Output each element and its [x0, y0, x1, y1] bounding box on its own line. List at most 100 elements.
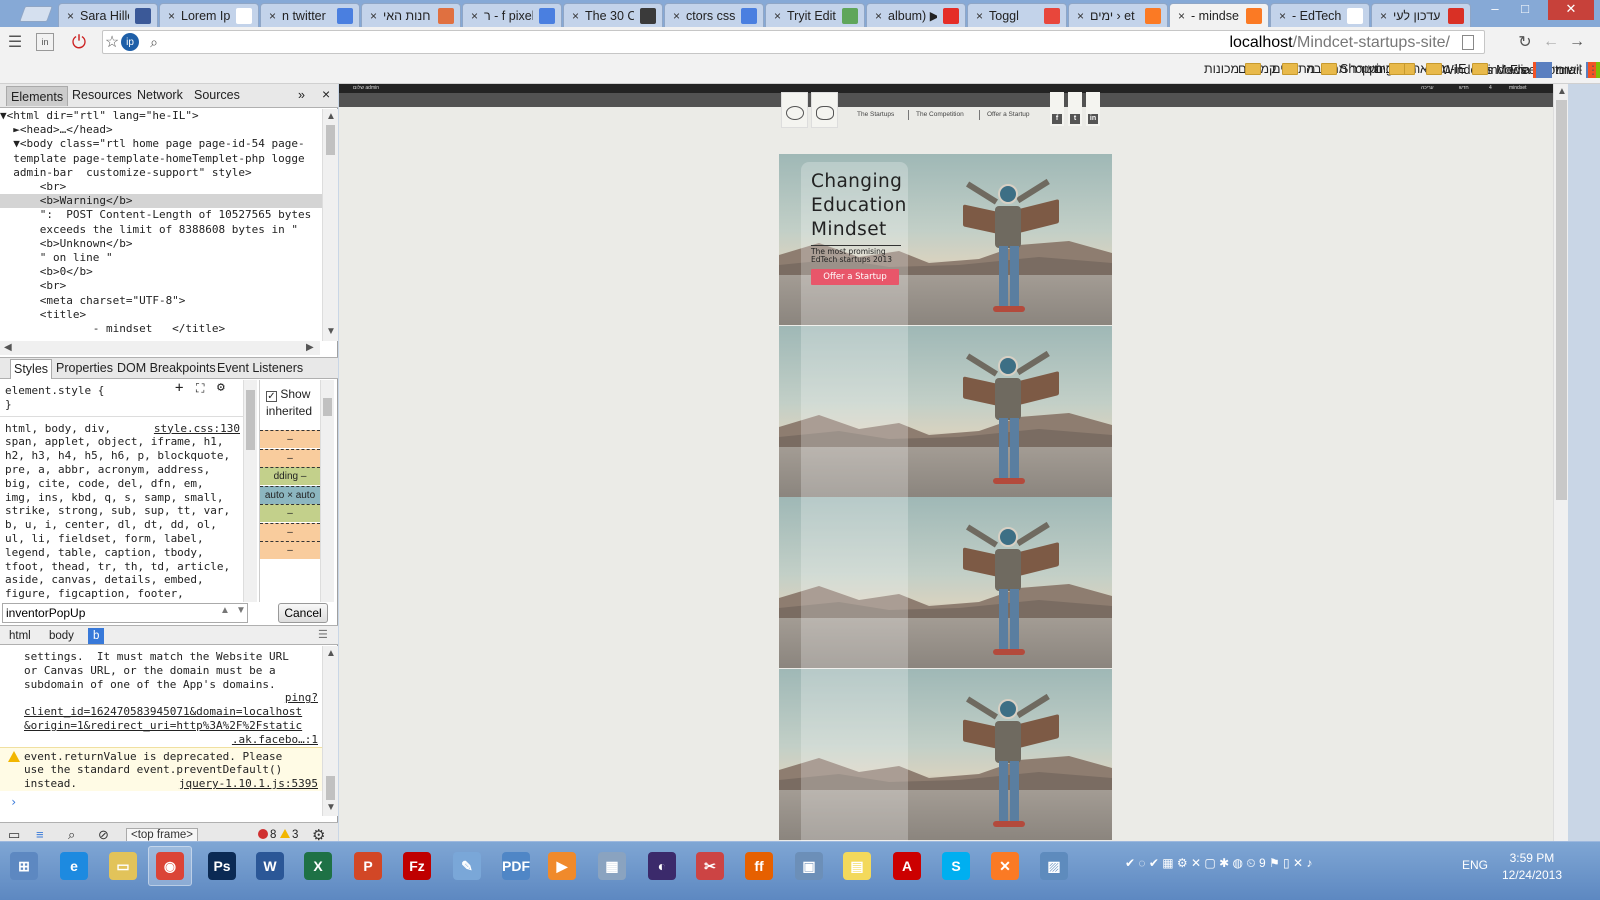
browser-tab[interactable]: × - mindse: [1169, 3, 1269, 28]
add-rule-icon[interactable]: +: [175, 381, 183, 396]
close-tab-icon[interactable]: ×: [168, 9, 175, 23]
warning-count[interactable]: 3: [280, 829, 298, 841]
scroll-down-icon[interactable]: ▼: [326, 326, 336, 337]
settings-gear-icon[interactable]: ⚙: [217, 381, 225, 395]
back-icon[interactable]: →: [1566, 31, 1588, 53]
dom-node[interactable]: <b>Warning</b>: [0, 194, 330, 209]
close-tab-icon[interactable]: ×: [673, 9, 680, 23]
taskbar-app[interactable]: ◐: [640, 846, 684, 886]
browser-tab[interactable]: × ר - f pixel: [462, 3, 562, 27]
close-window-button[interactable]: ✕: [1548, 0, 1594, 20]
dom-node[interactable]: <meta charset="UTF-8">: [0, 294, 330, 308]
tray-icons[interactable]: ✔ ◌ ✔ ▦ ⚙ ✕ ▢ ✱ ◍ ⏲ 9 ⚑ ▯ ✕ ♪: [1125, 856, 1312, 871]
nav-the-competition[interactable]: The Competition: [916, 111, 964, 118]
box-model-row[interactable]: dding –: [260, 467, 320, 485]
forward-icon[interactable]: ←: [1540, 31, 1562, 53]
browser-tab[interactable]: × ימים › et: [1068, 3, 1168, 27]
partner-logo[interactable]: [811, 92, 838, 128]
browser-tab[interactable]: × ctors css: [664, 3, 764, 27]
social-linkedin[interactable]: in: [1086, 92, 1100, 126]
scroll-up-icon[interactable]: ▲: [326, 648, 336, 659]
close-tab-icon[interactable]: ×: [976, 9, 983, 23]
reload-icon[interactable]: ↻: [1514, 31, 1536, 53]
close-tab-icon[interactable]: ×: [1077, 9, 1084, 23]
scroll-right-icon[interactable]: ▶: [306, 342, 314, 353]
bookmark-item[interactable]: מכונות: [1204, 62, 1262, 76]
box-model-row[interactable]: –: [260, 504, 320, 522]
browser-tab[interactable]: × album) ▶: [866, 3, 966, 27]
dom-scroll-thumb[interactable]: [326, 125, 335, 155]
close-devtools-icon[interactable]: ×: [322, 86, 330, 102]
taskbar-app[interactable]: ▤: [835, 846, 879, 886]
dom-node[interactable]: ": POST Content-Length of 10527565 bytes: [0, 208, 330, 222]
close-tab-icon[interactable]: ×: [370, 9, 377, 23]
metrics-scroll-thumb[interactable]: [323, 398, 332, 416]
dom-node[interactable]: - mindset </title>: [0, 322, 330, 336]
checkbox-icon[interactable]: ✓: [266, 391, 277, 402]
browser-tab[interactable]: × Lorem Ip: [159, 3, 259, 27]
close-tab-icon[interactable]: ×: [875, 9, 882, 23]
element-style-rule[interactable]: element.style {: [0, 384, 246, 398]
console-link[interactable]: ping?: [0, 691, 322, 705]
taskbar-app[interactable]: X: [296, 846, 340, 886]
error-count[interactable]: 8: [258, 829, 276, 841]
taskbar-app[interactable]: A: [885, 846, 929, 886]
console-prompt[interactable]: ›: [10, 795, 17, 810]
menu-icon[interactable]: ☰: [4, 31, 26, 53]
taskbar-app[interactable]: P: [346, 846, 390, 886]
metrics-scrollbar[interactable]: [320, 380, 334, 602]
dom-node[interactable]: " on line ": [0, 251, 330, 265]
dom-node[interactable]: ▼<body class="rtl home page page-id-54 p…: [0, 137, 330, 151]
frame-select[interactable]: <top frame>: [126, 828, 199, 842]
clock[interactable]: 3:59 PM 12/24/2013: [1502, 850, 1562, 884]
console-output[interactable]: settings. It must match the Website URL …: [0, 646, 322, 816]
taskbar-app[interactable]: Fz: [395, 846, 439, 886]
style-source-link[interactable]: style.css:130: [149, 422, 246, 436]
taskbar-app[interactable]: ▭: [101, 846, 145, 886]
scroll-down-icon[interactable]: ▼: [326, 802, 336, 813]
dom-node[interactable]: admin-bar customize-support" style>: [0, 166, 330, 180]
taskbar-app[interactable]: ▦: [590, 846, 634, 886]
browser-tab[interactable]: × Sara Hille: [58, 3, 158, 27]
nav-offer-startup[interactable]: Offer a Startup: [987, 111, 1030, 118]
taskbar-app[interactable]: Ps: [200, 846, 244, 886]
taskbar-app[interactable]: e: [52, 846, 96, 886]
extension-icon[interactable]: in: [36, 33, 54, 51]
taskbar-app[interactable]: ▨: [1032, 846, 1076, 886]
console-scroll-thumb[interactable]: [326, 776, 335, 800]
address-bar[interactable]: ☆ ip ⌕ localhost/Mindcet-startups-site/: [102, 30, 1485, 54]
close-tab-icon[interactable]: ×: [67, 9, 74, 23]
taskbar-app[interactable]: ◉: [148, 846, 192, 886]
breadcrumb-body[interactable]: body: [44, 628, 79, 644]
box-model-row[interactable]: auto × auto: [260, 485, 320, 504]
page-scrollbar[interactable]: ▲ ▼: [1553, 84, 1568, 859]
styles-scrollbar[interactable]: [243, 380, 257, 602]
console-drawer-icon[interactable]: ≡: [36, 827, 44, 842]
taskbar-app[interactable]: PDF: [494, 846, 538, 886]
taskbar-app[interactable]: ✎: [445, 846, 489, 886]
more-tabs-icon[interactable]: »: [298, 88, 305, 102]
close-tab-icon[interactable]: ×: [774, 9, 781, 23]
tab-resources[interactable]: Resources: [72, 88, 132, 102]
maximize-button[interactable]: □: [1510, 0, 1540, 20]
admin-bar-user[interactable]: שלום admin: [353, 85, 379, 91]
browser-tab[interactable]: × עדכון לעי: [1371, 3, 1471, 27]
search-input[interactable]: [2, 603, 248, 623]
close-tab-icon[interactable]: ×: [1279, 9, 1286, 23]
dom-node[interactable]: <title>: [0, 308, 330, 322]
scroll-left-icon[interactable]: ◀: [4, 342, 12, 353]
page-scroll-thumb[interactable]: [1556, 100, 1567, 500]
scroll-up-icon[interactable]: ▲: [326, 111, 336, 122]
taskbar-app[interactable]: ✕: [983, 846, 1027, 886]
page-info-icon[interactable]: [1462, 35, 1474, 50]
browser-tab[interactable]: × - EdTech: [1270, 3, 1370, 27]
dom-hscrollbar[interactable]: ◀ ▶: [0, 341, 320, 355]
dom-node[interactable]: exceeds the limit of 8388608 bytes in ": [0, 223, 330, 237]
browser-tab[interactable]: × Tryit Edit: [765, 3, 865, 27]
warning-source-link[interactable]: jquery-1.10.1.js:5395: [179, 777, 318, 791]
new-tab-button[interactable]: [19, 6, 53, 22]
close-tab-icon[interactable]: ×: [471, 9, 478, 23]
tab-dom-breakpoints[interactable]: DOM Breakpoints: [117, 361, 216, 375]
apps-grid-icon[interactable]: ⋮⋮: [1575, 59, 1599, 81]
taskbar-app[interactable]: W: [248, 846, 292, 886]
